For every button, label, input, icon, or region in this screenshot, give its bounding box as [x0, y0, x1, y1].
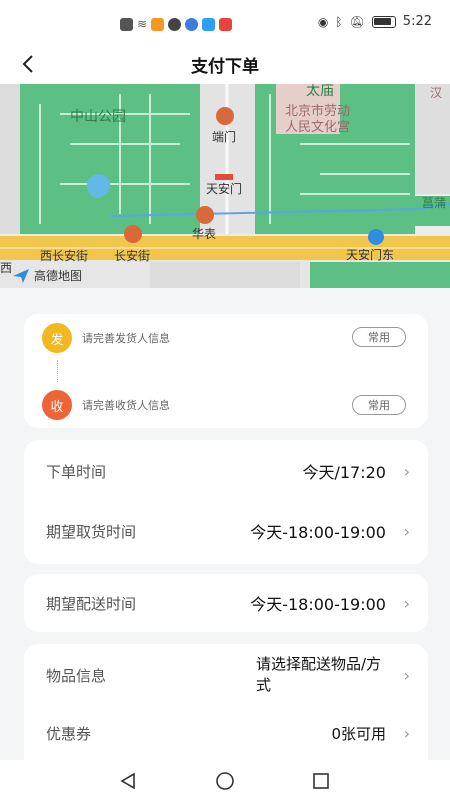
receiver-row[interactable]: 收 请完善收货人信息: [42, 390, 170, 420]
goods-card: 物品信息 请选择配送物品/方式 › 优惠券 0张可用 ›: [24, 644, 428, 762]
goods-row[interactable]: 物品信息 请选择配送物品/方式 ›: [24, 644, 428, 706]
eye-icon: ◉: [317, 14, 329, 29]
message-icon: [219, 17, 233, 31]
delivery-time-value: 今天-18:00-19:00: [250, 595, 386, 614]
notification-icons: ≋: [120, 17, 233, 31]
map-label-changan-jie: 长安街: [114, 249, 151, 263]
system-home-button[interactable]: [212, 768, 238, 794]
map-label-puqing: 菖蒲: [422, 196, 447, 210]
status-time: 5:22: [402, 14, 432, 29]
pickup-time-value: 今天-18:00-19:00: [250, 523, 386, 542]
mute-icon: 🔕︎: [349, 14, 365, 29]
app-icon: [185, 17, 199, 31]
notification-icon: [120, 17, 133, 31]
coupon-row[interactable]: 优惠券 0张可用 ›: [24, 702, 428, 764]
order-time-row[interactable]: 下单时间 今天/17:20 ›: [24, 440, 428, 502]
map-label-tiananmen-east: 天安门东: [346, 248, 395, 262]
browser-icon: [168, 17, 182, 31]
receiver-hint: 请完善收货人信息: [82, 399, 170, 412]
coupon-value: 0张可用: [331, 724, 386, 743]
chevron-right-icon: ›: [403, 665, 410, 685]
amap-logo-text: 高德地图: [34, 269, 83, 283]
receiver-badge: 收: [42, 390, 72, 420]
search-app-icon: [202, 17, 216, 31]
address-card: 发 请完善发货人信息 常用 收 请完善收货人信息 常用: [24, 314, 428, 428]
map-label-west: 西: [0, 261, 13, 275]
map-label-duanmen: 端门: [212, 130, 237, 144]
goods-label: 物品信息: [46, 666, 107, 685]
order-time-value: 今天/17:20: [302, 463, 386, 482]
address-connector: [57, 360, 58, 382]
battery-icon: [371, 15, 396, 28]
triangle-back-icon: [120, 772, 135, 790]
delivery-time-card: 期望配送时间 今天-18:00-19:00 ›: [24, 574, 428, 632]
chevron-right-icon: ›: [403, 521, 410, 541]
pickup-time-row[interactable]: 期望取货时间 今天-18:00-19:00 ›: [24, 500, 428, 562]
time-card: 下单时间 今天/17:20 › 期望取货时间 今天-18:00-19:00 ›: [24, 440, 428, 564]
map-label-huabiao: 华表: [192, 227, 217, 241]
sender-row[interactable]: 发 请完善发货人信息: [42, 323, 170, 353]
nav-bar: 支付下单: [0, 44, 450, 84]
bluetooth-icon: ᛒ: [335, 14, 343, 29]
location-arrow-icon: [13, 268, 29, 283]
amap-logo: 高德地图: [12, 267, 82, 284]
system-back-button[interactable]: [115, 768, 141, 794]
map-label-west-changan: 西长安街: [40, 249, 89, 263]
map-label-han: 汉: [430, 86, 443, 100]
coupon-label: 优惠券: [46, 724, 92, 743]
map-view[interactable]: 中山公园 太庙 端门 北京市劳动 人民文化宫 天安门 华表 西长安街 长安街 天…: [0, 84, 450, 288]
pickup-time-label: 期望取货时间: [46, 522, 137, 541]
order-time-label: 下单时间: [46, 462, 107, 481]
status-right: ◉ ᛒ 🔕︎ 5:22: [318, 14, 432, 29]
delivery-time-label: 期望配送时间: [46, 594, 137, 613]
circle-home-icon: [216, 772, 234, 790]
page-title: 支付下单: [191, 57, 259, 77]
system-recents-button[interactable]: [308, 768, 334, 794]
chevron-right-icon: ›: [403, 723, 410, 743]
map-label-labor-palace-2: 人民文化宫: [285, 120, 351, 135]
sender-common-button[interactable]: 常用: [352, 327, 406, 347]
app-icon: [151, 17, 165, 31]
chevron-right-icon: ›: [403, 461, 410, 481]
status-bar: ≋ ◉ ᛒ 🔕︎ 5:22: [0, 0, 450, 44]
sender-hint: 请完善发货人信息: [82, 332, 170, 345]
receiver-common-button[interactable]: 常用: [352, 395, 406, 415]
map-label-tiananmen: 天安门: [206, 182, 243, 196]
chevron-right-icon: ›: [403, 593, 410, 613]
wifi-icon: ≋: [137, 17, 148, 31]
delivery-time-row[interactable]: 期望配送时间 今天-18:00-19:00 ›: [24, 572, 428, 634]
system-nav-bar: [0, 760, 450, 800]
square-recents-icon: [313, 773, 329, 789]
map-label-zhongshan-park: 中山公园: [70, 109, 126, 125]
map-label-taimiao: 太庙: [306, 84, 334, 99]
sender-badge: 发: [42, 323, 72, 353]
goods-value: 请选择配送物品/方式: [256, 655, 382, 694]
